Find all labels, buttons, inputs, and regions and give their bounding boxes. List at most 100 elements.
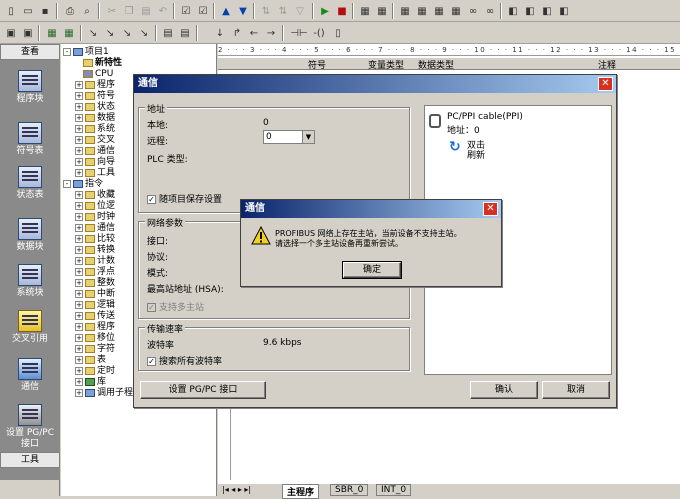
run-icon[interactable]: ▶ bbox=[317, 3, 333, 19]
tree-item[interactable]: + 程序 bbox=[75, 80, 115, 91]
remote-address-select[interactable]: 0 ▼ bbox=[263, 130, 315, 144]
nav-item-program-block[interactable]: 程序块 bbox=[2, 66, 58, 118]
tree-item[interactable]: + 字符 bbox=[75, 344, 115, 355]
tree-item[interactable]: + 库 bbox=[75, 377, 106, 388]
tree-item[interactable]: + 调用子程序 bbox=[75, 388, 142, 399]
line-down-icon[interactable]: ↓ bbox=[212, 25, 228, 41]
tree-item[interactable]: + 比较 bbox=[75, 234, 115, 245]
bookmark-icon[interactable]: ▣ bbox=[3, 25, 19, 41]
tree-item[interactable]: + 计数 bbox=[75, 256, 115, 267]
unforce-all-icon[interactable]: ◧ bbox=[539, 3, 555, 19]
box-icon[interactable]: ▯ bbox=[330, 25, 346, 41]
read-all-forced-icon[interactable]: ◧ bbox=[556, 3, 572, 19]
open-icon[interactable]: ▭ bbox=[20, 3, 36, 19]
insert-network-icon[interactable]: ↘ bbox=[85, 25, 101, 41]
ladder-area[interactable] bbox=[230, 404, 670, 480]
new-icon[interactable]: ▯ bbox=[3, 3, 19, 19]
set-pgpc-interface-button[interactable]: 设置 PG/PC 接口 bbox=[140, 381, 266, 399]
tree-item[interactable]: + 工具 bbox=[75, 168, 115, 179]
download-icon[interactable]: ▼ bbox=[235, 3, 251, 19]
tree-item[interactable]: + 向导 bbox=[75, 157, 115, 168]
sort-asc-icon[interactable]: ⇅ bbox=[258, 3, 274, 19]
tree-item[interactable]: + 位逻 bbox=[75, 201, 115, 212]
delete-network-icon[interactable]: ↘ bbox=[102, 25, 118, 41]
program-status-icon[interactable]: ▦ bbox=[357, 3, 373, 19]
compile-icon[interactable]: ☑ bbox=[178, 3, 194, 19]
unforce-value-icon[interactable]: ◧ bbox=[522, 3, 538, 19]
ok-button[interactable]: 确认 bbox=[470, 381, 538, 399]
trend-icon[interactable]: ▦ bbox=[397, 3, 413, 19]
print-preview-icon[interactable]: ⌕ bbox=[79, 3, 95, 19]
alert-ok-button[interactable]: 确定 bbox=[342, 261, 402, 279]
contact-icon[interactable]: ⊣⊢ bbox=[290, 25, 308, 41]
tree-item[interactable]: + 浮点 bbox=[75, 267, 115, 278]
tree-item[interactable]: + 交叉 bbox=[75, 135, 115, 146]
cut-icon[interactable]: ✂ bbox=[104, 3, 120, 19]
filter-icon[interactable]: ▽ bbox=[292, 3, 308, 19]
line-left-icon[interactable]: ← bbox=[246, 25, 262, 41]
force-value-icon[interactable]: ◧ bbox=[505, 3, 521, 19]
tree-item[interactable]: + 逻辑 bbox=[75, 300, 115, 311]
nav-footer[interactable]: 工具 bbox=[0, 452, 60, 468]
force-icon[interactable]: ▦ bbox=[414, 3, 430, 19]
save-with-project-checkbox[interactable]: ✓ 随项目保存设置 bbox=[147, 192, 222, 205]
close-icon[interactable]: ✕ bbox=[483, 202, 498, 216]
tree-item[interactable]: + 整数 bbox=[75, 278, 115, 289]
nav-item-cross-reference[interactable]: 交叉引用 bbox=[2, 306, 58, 358]
tree-item[interactable]: + 移位 bbox=[75, 333, 115, 344]
tree-item[interactable]: + 收藏 bbox=[75, 190, 115, 201]
tab-sbr0[interactable]: SBR_0 bbox=[330, 484, 369, 496]
toggle-poe-icon[interactable]: ▦ bbox=[61, 25, 77, 41]
close-icon[interactable]: ✕ bbox=[598, 77, 613, 91]
tree-item-project[interactable]: - 项目1 bbox=[63, 47, 109, 58]
symbol-addressing-icon[interactable]: ▤ bbox=[177, 25, 193, 41]
nav-item-set-pgpc[interactable]: 设置 PG/PC 接口 bbox=[2, 400, 58, 452]
coil-icon[interactable]: -() bbox=[310, 25, 328, 41]
tab-main[interactable]: 主程序 bbox=[282, 484, 320, 499]
single-read-icon[interactable]: ∞ bbox=[465, 3, 481, 19]
copy-icon[interactable]: ❐ bbox=[121, 3, 137, 19]
unforce-icon[interactable]: ▦ bbox=[431, 3, 447, 19]
read-force-icon[interactable]: ▦ bbox=[448, 3, 464, 19]
save-icon[interactable]: ▪ bbox=[37, 3, 53, 19]
tree-item[interactable]: + 符号 bbox=[75, 91, 115, 102]
tree-item[interactable]: + 通信 bbox=[75, 146, 115, 157]
tree-item[interactable]: + 时钟 bbox=[75, 212, 115, 223]
tree-item-instructions[interactable]: - 指令 bbox=[63, 179, 103, 190]
tree-item[interactable]: + 程序 bbox=[75, 322, 115, 333]
tree-item[interactable]: 新特性 bbox=[83, 58, 122, 69]
tree-item[interactable]: + 中断 bbox=[75, 289, 115, 300]
poe-comments-icon[interactable]: ↘ bbox=[119, 25, 135, 41]
upload-icon[interactable]: ▲ bbox=[218, 3, 234, 19]
tree-item[interactable]: + 表 bbox=[75, 355, 106, 366]
search-all-baud-checkbox[interactable]: ✓ 搜索所有波特率 bbox=[147, 354, 222, 367]
symbol-info-icon[interactable]: ▤ bbox=[160, 25, 176, 41]
nav-item-communications[interactable]: 通信 bbox=[2, 354, 58, 406]
stop-icon[interactable]: ■ bbox=[334, 3, 350, 19]
tab-int0[interactable]: INT_0 bbox=[376, 484, 412, 496]
tree-item[interactable]: + 状态 bbox=[75, 102, 115, 113]
next-bookmark-icon[interactable]: ▣ bbox=[20, 25, 36, 41]
line-up-icon[interactable]: ↱ bbox=[229, 25, 245, 41]
cancel-button[interactable]: 取消 bbox=[542, 381, 610, 399]
refresh-icon[interactable]: ↻ bbox=[449, 140, 465, 154]
tree-item[interactable]: + 定时 bbox=[75, 366, 115, 377]
tree-item[interactable]: + 系统 bbox=[75, 124, 115, 135]
undo-icon[interactable]: ↶ bbox=[155, 3, 171, 19]
nav-item-status-chart[interactable]: 状态表 bbox=[2, 162, 58, 214]
compile-all-icon[interactable]: ☑ bbox=[195, 3, 211, 19]
paste-icon[interactable]: ▤ bbox=[138, 3, 154, 19]
network-comments-icon[interactable]: ↘ bbox=[136, 25, 152, 41]
toggle-view-icon[interactable]: ▦ bbox=[44, 25, 60, 41]
nav-item-data-block[interactable]: 数据块 bbox=[2, 214, 58, 266]
tree-item[interactable]: + 数据 bbox=[75, 113, 115, 124]
tree-item[interactable]: CPU bbox=[83, 69, 113, 80]
tree-item[interactable]: + 转换 bbox=[75, 245, 115, 256]
tree-item[interactable]: + 通信 bbox=[75, 223, 115, 234]
line-right-icon[interactable]: → bbox=[263, 25, 279, 41]
tree-item[interactable]: + 传送 bbox=[75, 311, 115, 322]
tab-nav-arrows[interactable]: |◂ ◂ ▸ ▸| bbox=[222, 485, 251, 494]
status-chart-icon[interactable]: ▦ bbox=[374, 3, 390, 19]
nav-item-system-block[interactable]: 系统块 bbox=[2, 260, 58, 312]
sort-desc-icon[interactable]: ⇅ bbox=[275, 3, 291, 19]
